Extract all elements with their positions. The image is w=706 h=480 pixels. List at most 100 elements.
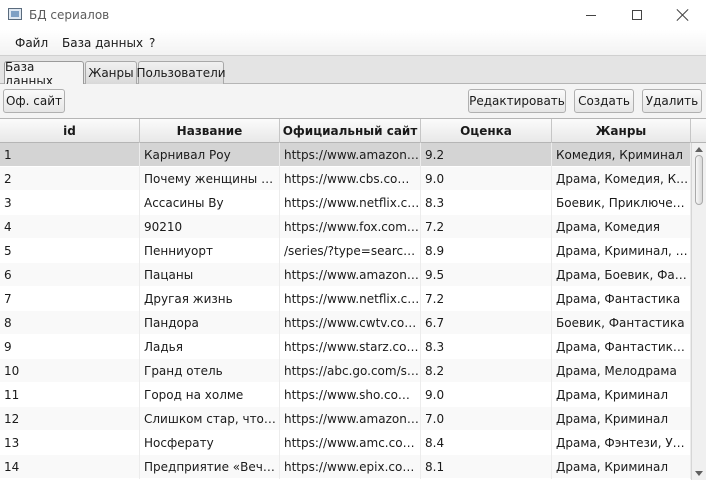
menu-help[interactable]: ?: [149, 36, 155, 50]
table-row[interactable]: 9 Ладья https://www.starz.com/... 8.3 Драма,…: [0, 335, 691, 359]
cell-id[interactable]: 3: [0, 191, 140, 215]
table-row[interactable]: 4 90210 https://www.fox.com/b... 7.2 Драма, …: [0, 215, 691, 239]
cell-name[interactable]: Гранд отель: [140, 359, 280, 383]
cell-site[interactable]: https://www.cbs.com/s...: [280, 167, 421, 191]
cell-genres[interactable]: Драма, Криминал: [552, 407, 691, 431]
cell-name[interactable]: Ассасины Ву: [140, 191, 280, 215]
cell-rating[interactable]: 8.4: [421, 431, 552, 455]
cell-genres[interactable]: Драма, Фантастика, Тр...: [552, 335, 691, 359]
table-row[interactable]: 12Слишком стар, чтобы ...https://www.ama…: [0, 407, 691, 431]
cell-rating[interactable]: 8.9: [421, 239, 552, 263]
cell-genres[interactable]: Драма, Криминал, Бое...: [552, 239, 691, 263]
cell-site[interactable]: https://www.starz.com/...: [280, 335, 421, 359]
cell-genres[interactable]: Драма, Комедия: [552, 215, 691, 239]
cell-id[interactable]: 10: [0, 359, 140, 383]
menu-database[interactable]: База данных: [62, 36, 143, 50]
cell-site[interactable]: https://www.netflix.co...: [280, 287, 421, 311]
column-header-rating[interactable]: Оценка: [421, 119, 552, 143]
cell-name[interactable]: Почему женщины уби...: [140, 167, 280, 191]
scroll-down-icon[interactable]: [695, 471, 703, 476]
cell-id[interactable]: 4: [0, 215, 140, 239]
cell-genres[interactable]: Драма, Криминал: [552, 455, 691, 479]
table-row[interactable]: 3 Ассасины Ву https://www.netflix.co... 8.3…: [0, 191, 691, 215]
cell-site[interactable]: https://www.amazon.co...: [280, 263, 421, 287]
cell-site[interactable]: https://www.cwtv.com/...: [280, 311, 421, 335]
menu-file[interactable]: Файл: [15, 36, 48, 50]
cell-name[interactable]: Ладья: [140, 335, 280, 359]
cell-rating[interactable]: 7.0: [421, 407, 552, 431]
cell-name[interactable]: Пандора: [140, 311, 280, 335]
table-row[interactable]: 1 Карнивал Роу https://www.amazon.co... 9.2…: [0, 143, 691, 167]
cell-rating[interactable]: 9.2: [421, 143, 552, 167]
table-row[interactable]: 10 Гранд отель https://abc.go.com/sho... 8.…: [0, 359, 691, 383]
table-row[interactable]: 6 Пацаны https://www.amazon.co... 9.5 Драма,…: [0, 263, 691, 287]
cell-name[interactable]: Другая жизнь: [140, 287, 280, 311]
cell-id[interactable]: 5: [0, 239, 140, 263]
cell-site[interactable]: https://abc.go.com/sho...: [280, 359, 421, 383]
cell-id[interactable]: 6: [0, 263, 140, 287]
cell-site[interactable]: /series/?type=search&r...: [280, 239, 421, 263]
cell-name[interactable]: Пацаны: [140, 263, 280, 287]
maximize-button[interactable]: [614, 0, 660, 30]
cell-genres[interactable]: Драма, Фантастика: [552, 287, 691, 311]
cell-site[interactable]: https://www.amc.com/s...: [280, 431, 421, 455]
cell-rating[interactable]: 8.1: [421, 455, 552, 479]
create-button[interactable]: Создать: [574, 89, 634, 113]
minimize-button[interactable]: [568, 0, 614, 30]
delete-button[interactable]: Удалить: [642, 89, 702, 113]
cell-site[interactable]: https://www.netflix.co...: [280, 191, 421, 215]
scroll-up-icon[interactable]: [695, 147, 703, 152]
tab-database[interactable]: База данных: [4, 60, 84, 88]
table-row[interactable]: 2 Почему женщины уби... https://www.cbs.co…: [0, 167, 691, 191]
cell-site[interactable]: https://www.amazon.co...: [280, 143, 421, 167]
tab-genres[interactable]: Жанры: [85, 61, 137, 84]
cell-genres[interactable]: Драма, Фэнтези, Ужас...: [552, 431, 691, 455]
tab-users[interactable]: Пользователи: [136, 61, 226, 84]
cell-name[interactable]: Город на холме: [140, 383, 280, 407]
column-header-name[interactable]: Название: [140, 119, 280, 143]
cell-id[interactable]: 8: [0, 311, 140, 335]
cell-genres[interactable]: Драма, Боевик, Фанта...: [552, 263, 691, 287]
cell-name[interactable]: 90210: [140, 215, 280, 239]
cell-id[interactable]: 9: [0, 335, 140, 359]
vertical-scrollbar[interactable]: [691, 143, 706, 480]
table-row[interactable]: 13 Носферату https://www.amc.com/s... 8.4 Др…: [0, 431, 691, 455]
cell-name[interactable]: Слишком стар, чтобы ...: [140, 407, 280, 431]
cell-id[interactable]: 12: [0, 407, 140, 431]
cell-site[interactable]: https://www.sho.com/ci...: [280, 383, 421, 407]
table-row[interactable]: 8 Пандора https://www.cwtv.com/... 6.7 Боеви…: [0, 311, 691, 335]
cell-rating[interactable]: 8.3: [421, 335, 552, 359]
cell-genres[interactable]: Драма, Мелодрама: [552, 359, 691, 383]
cell-id[interactable]: 11: [0, 383, 140, 407]
cell-id[interactable]: 13: [0, 431, 140, 455]
scroll-thumb[interactable]: [695, 155, 703, 205]
cell-rating[interactable]: 9.0: [421, 167, 552, 191]
edit-button[interactable]: Редактировать: [468, 89, 566, 113]
cell-genres[interactable]: Комедия, Криминал: [552, 143, 691, 167]
table-row[interactable]: 11 Город на холме https://www.sho.com/ci..…: [0, 383, 691, 407]
cell-site[interactable]: https://www.epix.com/s...: [280, 455, 421, 479]
cell-rating[interactable]: 8.3: [421, 191, 552, 215]
cell-id[interactable]: 1: [0, 143, 140, 167]
cell-rating[interactable]: 9.5: [421, 263, 552, 287]
cell-rating[interactable]: 7.2: [421, 287, 552, 311]
cell-id[interactable]: 14: [0, 455, 140, 479]
cell-id[interactable]: 7: [0, 287, 140, 311]
cell-rating[interactable]: 9.0: [421, 383, 552, 407]
table-row[interactable]: 7 Другая жизнь https://www.netflix.co... 7.…: [0, 287, 691, 311]
cell-genres[interactable]: Драма, Криминал: [552, 383, 691, 407]
cell-rating[interactable]: 7.2: [421, 215, 552, 239]
cell-name[interactable]: Карнивал Роу: [140, 143, 280, 167]
column-header-id[interactable]: id: [0, 119, 140, 143]
cell-site[interactable]: https://www.amazon.co...: [280, 407, 421, 431]
column-header-genres[interactable]: Жанры: [552, 119, 691, 143]
cell-name[interactable]: Носферату: [140, 431, 280, 455]
cell-id[interactable]: 2: [0, 167, 140, 191]
cell-name[interactable]: Предприятие «Вечная...: [140, 455, 280, 479]
cell-genres[interactable]: Драма, Комедия, Кри...: [552, 167, 691, 191]
close-button[interactable]: [660, 0, 706, 30]
cell-rating[interactable]: 6.7: [421, 311, 552, 335]
cell-rating[interactable]: 8.2: [421, 359, 552, 383]
cell-name[interactable]: Пенниуорт: [140, 239, 280, 263]
cell-genres[interactable]: Боевик, Фантастика: [552, 311, 691, 335]
